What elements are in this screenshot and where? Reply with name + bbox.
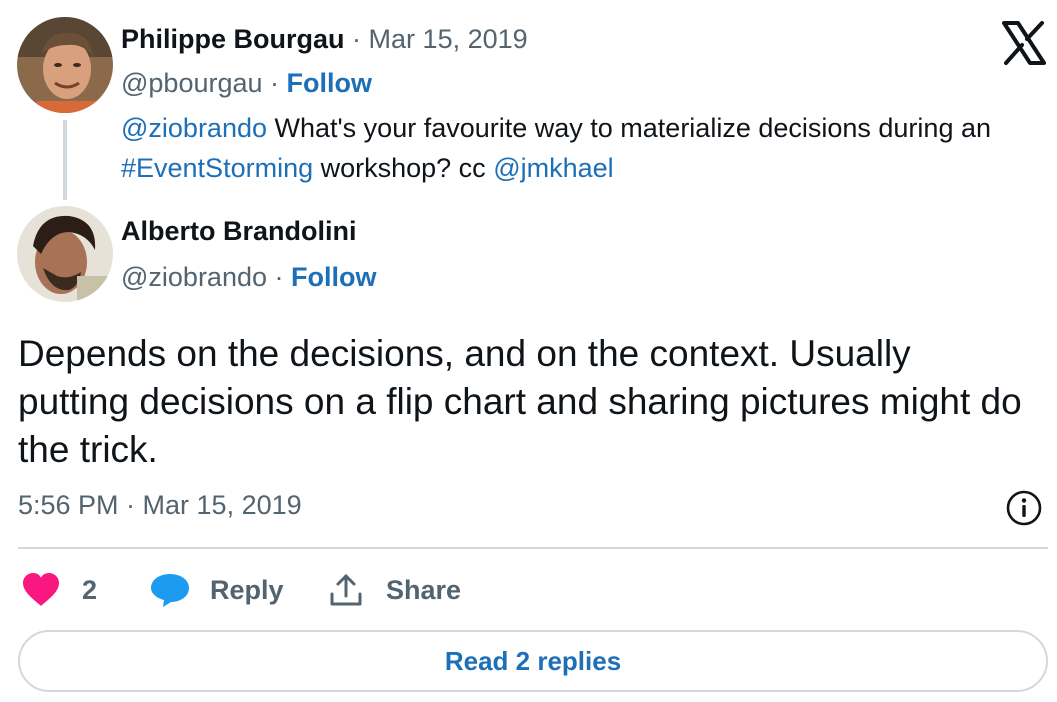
- author-name[interactable]: Philippe Bourgau: [121, 24, 345, 54]
- author-handle[interactable]: @ziobrando: [121, 262, 267, 292]
- reply-button[interactable]: Reply: [150, 568, 284, 612]
- main-tweet-text: Depends on the decisions, and on the con…: [18, 333, 1022, 470]
- tweet-text-part: workshop? cc: [313, 153, 494, 183]
- follow-button[interactable]: Follow: [291, 262, 376, 292]
- x-logo-icon[interactable]: [1001, 20, 1047, 66]
- info-icon[interactable]: [1005, 489, 1043, 527]
- separator-dot: ·: [352, 24, 362, 54]
- share-label: Share: [386, 574, 462, 605]
- share-icon: [328, 572, 364, 608]
- divider: [18, 547, 1048, 549]
- avatar-philippe[interactable]: [17, 17, 113, 113]
- mention-link[interactable]: @jmkhael: [493, 153, 613, 183]
- tweet-date[interactable]: Mar 15, 2019: [369, 24, 528, 54]
- tweet-timestamp[interactable]: 5:56 PM · Mar 15, 2019: [18, 490, 302, 521]
- main-handle-row: @ziobrando · Follow: [121, 262, 377, 293]
- separator-dot: ·: [274, 262, 284, 292]
- parent-tweet-text: @ziobrando What's your favourite way to …: [121, 108, 1051, 188]
- heart-icon: [22, 573, 60, 607]
- like-button[interactable]: 2: [22, 568, 97, 612]
- reply-label: Reply: [210, 574, 284, 605]
- like-count: 2: [82, 574, 98, 605]
- follow-button[interactable]: Follow: [287, 68, 372, 98]
- separator-dot: ·: [270, 68, 280, 98]
- reply-bubble-icon: [150, 572, 190, 608]
- main-author-row: Alberto Brandolini: [121, 216, 357, 247]
- parent-handle-row: @pbourgau · Follow: [121, 68, 372, 99]
- avatar-alberto[interactable]: [17, 206, 113, 302]
- author-name[interactable]: Alberto Brandolini: [121, 216, 357, 246]
- parent-author-row: Philippe Bourgau · Mar 15, 2019: [121, 24, 528, 55]
- hashtag-link[interactable]: #EventStorming: [121, 153, 313, 183]
- read-replies-button[interactable]: Read 2 replies: [18, 630, 1048, 692]
- share-button[interactable]: Share: [328, 568, 461, 612]
- thread-connector-line: [63, 120, 67, 200]
- author-handle[interactable]: @pbourgau: [121, 68, 263, 98]
- mention-link[interactable]: @ziobrando: [121, 113, 267, 143]
- tweet-text-part: What's your favourite way to materialize…: [267, 113, 992, 143]
